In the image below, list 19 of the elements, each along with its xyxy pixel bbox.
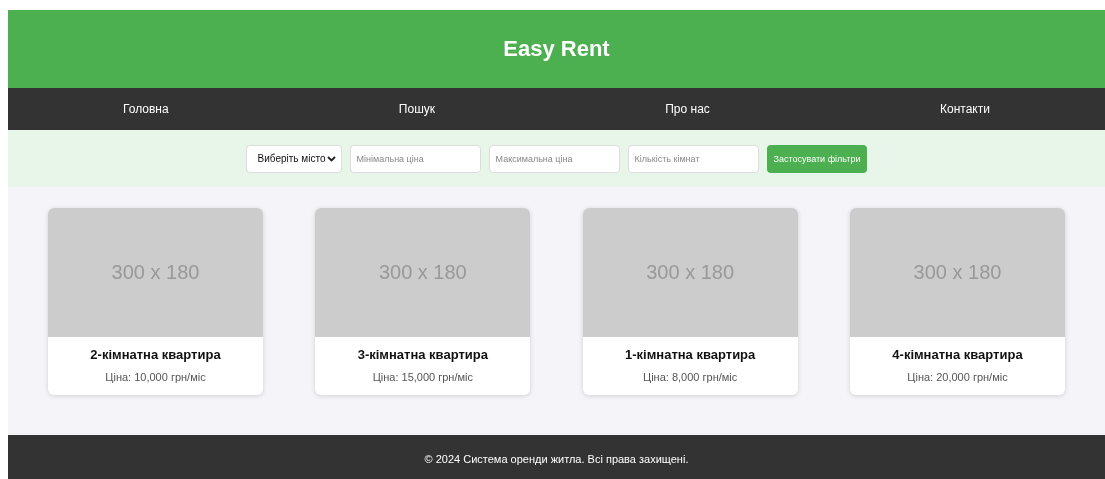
listing-title: 3-кімнатна квартира xyxy=(356,347,489,362)
listing-price: Ціна: 15,000 грн/міс xyxy=(371,371,474,383)
listing-price: Ціна: 8,000 грн/міс xyxy=(642,371,739,383)
site-title: Easy Rent xyxy=(503,36,610,62)
listing-price: Ціна: 10,000 грн/міс xyxy=(104,371,207,383)
listing-price: Ціна: 20,000 грн/міс xyxy=(906,371,1009,383)
nav-link[interactable]: Про нас xyxy=(665,102,710,116)
listing-title: 1-кімнатна квартира xyxy=(624,347,757,362)
city-select[interactable]: Виберіть місто xyxy=(245,144,342,173)
chevron-icon xyxy=(326,155,336,162)
filter-input[interactable]: Мінімальна ціна xyxy=(349,144,481,173)
nav-link[interactable]: Головна xyxy=(123,102,169,116)
copyright-text: © 2024 Система оренди житла. Всі права захищені. xyxy=(424,453,689,467)
listing-title: 2-кімнатна квартира xyxy=(89,347,222,362)
nav-link[interactable]: Пошук xyxy=(398,102,436,116)
listing-title: 4-кімнатна квартира xyxy=(891,347,1024,362)
filter-input[interactable]: Кількість кімнат xyxy=(627,144,759,173)
nav-link[interactable]: Контакти xyxy=(940,102,990,116)
filter-input[interactable]: Максимальна ціна xyxy=(488,144,620,173)
